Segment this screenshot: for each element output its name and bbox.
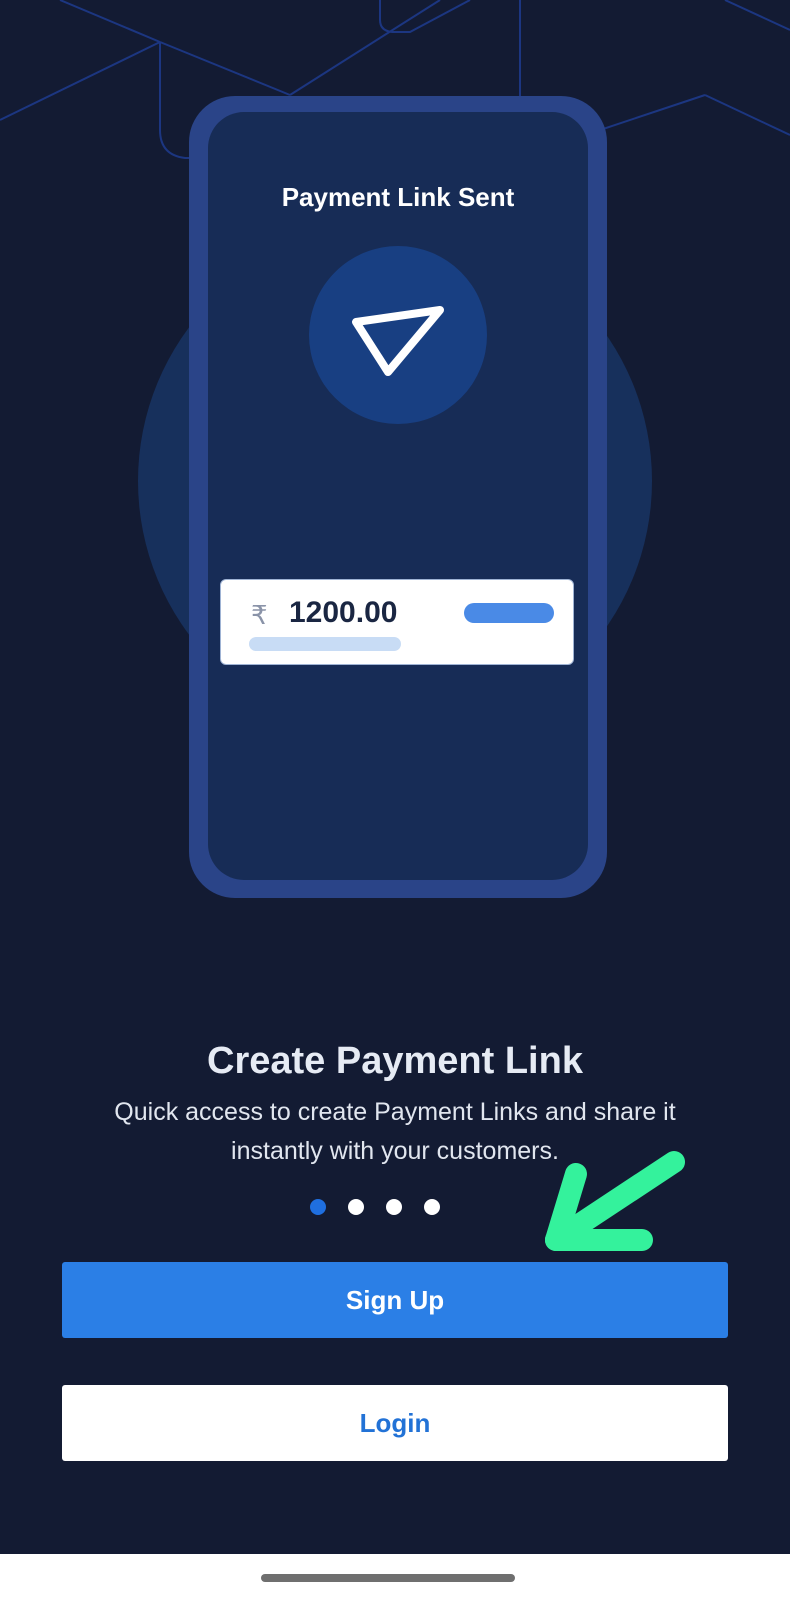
page-indicator xyxy=(310,1199,440,1215)
login-button[interactable]: Login xyxy=(62,1385,728,1461)
amount-card: ₹ 1200.00 xyxy=(220,579,574,665)
page-dot-4[interactable] xyxy=(424,1199,440,1215)
placeholder-bar-light xyxy=(249,637,401,651)
send-icon xyxy=(352,306,444,376)
onboarding-headline: Create Payment Link xyxy=(207,1040,583,1082)
arrow-annotation-icon xyxy=(545,1151,685,1251)
phone-screen xyxy=(208,112,588,880)
page-dot-2[interactable] xyxy=(348,1199,364,1215)
sign-up-button[interactable]: Sign Up xyxy=(62,1262,728,1338)
page-dot-3[interactable] xyxy=(386,1199,402,1215)
phone-title: Payment Link Sent xyxy=(281,182,515,212)
currency-symbol: ₹ xyxy=(251,600,268,630)
placeholder-bar-blue xyxy=(464,603,554,623)
amount-value: 1200.00 xyxy=(289,596,398,629)
page-dot-1[interactable] xyxy=(310,1199,326,1215)
home-indicator[interactable] xyxy=(261,1574,515,1582)
system-nav-bar xyxy=(0,1554,790,1600)
